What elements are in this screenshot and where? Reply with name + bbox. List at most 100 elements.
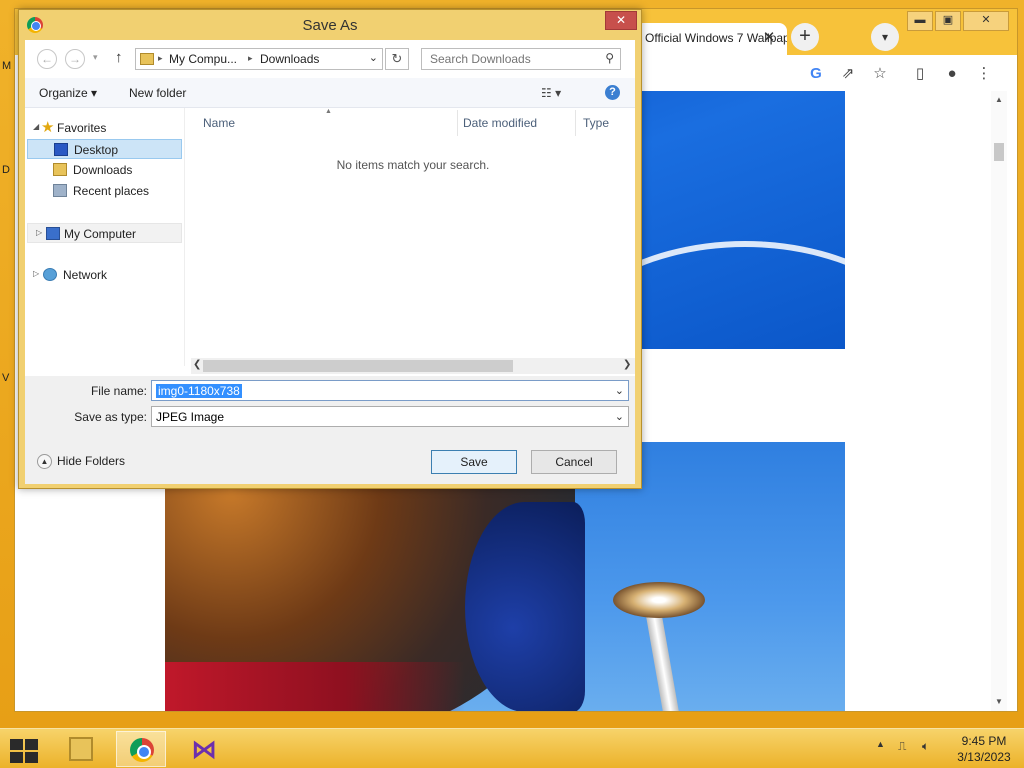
breadcrumb-chevron-icon[interactable]: ▸ [248,53,253,64]
clock-date: 3/13/2023 [957,750,1011,764]
back-icon[interactable]: ← [37,49,57,69]
hide-folders-button[interactable]: ▲ Hide Folders [37,454,125,470]
window-close-button[interactable]: ✕ [963,11,1009,31]
computer-icon [46,227,60,240]
taskbar: ⋈ ▲ ⎍ 🔈︎ 9:45 PM 3/13/2023 [0,728,1024,768]
desktop-icon-label[interactable]: V [2,372,9,384]
up-folder-icon[interactable]: ↑ [115,49,123,66]
collapse-icon[interactable]: ◢ [33,122,39,131]
tree-item-recent-places[interactable]: Recent places [25,181,181,201]
tree-label: My Computer [64,227,137,241]
scroll-right-icon[interactable]: ❯ [623,359,631,370]
command-bar: Organize ▾ New folder ☷ ▾ ? [25,78,635,108]
address-dropdown-icon[interactable]: ⌄ [369,51,378,64]
minimize-button[interactable]: ▬ [907,11,933,31]
navigation-bar: ← → ▾ ↑ ▸ My Compu... ▸ Downloads ⌄ ↻ ⚲ [25,40,635,78]
new-tab-button[interactable]: + [791,23,819,51]
column-date-modified[interactable]: Date modified [463,116,537,130]
scroll-left-icon[interactable]: ❮ [193,359,201,370]
scroll-thumb[interactable] [994,143,1004,161]
search-box[interactable]: ⚲ [421,48,621,70]
search-input[interactable] [422,49,598,69]
menu-icon[interactable]: ⋮ [973,63,995,85]
column-name[interactable]: Name [203,116,235,130]
tree-favorites[interactable]: ◢ ★ Favorites [25,118,181,138]
tab-search-button[interactable]: ▾ [871,23,899,51]
network-tray-icon[interactable]: ⎍ [898,739,906,754]
taskbar-visual-studio[interactable]: ⋈ [178,731,228,767]
file-name-dropdown-icon[interactable]: ⌄ [615,384,624,397]
star-icon: ★ [41,119,55,136]
save-type-dropdown-icon[interactable]: ⌄ [615,410,624,423]
bookmark-star-icon[interactable]: ☆ [869,63,891,85]
refresh-icon[interactable]: ↻ [385,48,409,70]
dialog-title: Save As [302,17,358,34]
empty-message: No items match your search. [336,158,490,172]
tree-label: Recent places [73,184,150,198]
scroll-up-icon[interactable]: ▲ [991,95,1007,104]
tree-my-computer[interactable]: ▷ My Computer [27,223,182,243]
address-bar[interactable]: ▸ My Compu... ▸ Downloads ⌄ [135,48,383,70]
show-hidden-icons-icon[interactable]: ▲ [876,739,885,749]
tree-label: Downloads [73,163,133,177]
file-name-input[interactable]: img0-1180x738 ⌄ [151,380,629,401]
windows-logo-icon [25,752,38,763]
breadcrumb-chevron-icon[interactable]: ▸ [158,53,163,64]
forward-icon[interactable]: → [65,49,85,69]
column-type[interactable]: Type [583,116,609,130]
view-options-icon[interactable]: ☷ ▾ [541,86,561,100]
folder-icon [140,53,154,65]
save-as-dialog: Save As ✕ ← → ▾ ↑ ▸ My Compu... ▸ Downlo… [18,9,642,489]
share-icon[interactable]: ⇗ [837,63,859,85]
windows-logo-icon [25,739,38,750]
page-scrollbar[interactable]: ▲ ▼ [991,91,1007,711]
google-icon[interactable]: G [805,63,827,85]
taskbar-file-explorer[interactable] [56,731,106,767]
file-explorer-icon [69,737,93,761]
expand-icon[interactable]: ▷ [36,228,42,237]
new-folder-button[interactable]: New folder [129,86,186,100]
tree-label: Desktop [74,143,119,157]
help-icon[interactable]: ? [605,85,620,100]
breadcrumb-my-computer[interactable]: My Compu... [169,52,237,66]
save-type-value: JPEG Image [156,410,225,424]
save-type-select[interactable]: JPEG Image ⌄ [151,406,629,427]
tree-item-desktop[interactable]: Desktop [27,139,182,159]
save-button[interactable]: Save [431,450,517,474]
column-divider[interactable] [575,110,576,136]
organize-button[interactable]: Organize ▾ [39,86,97,100]
maximize-button[interactable]: ▣ [935,11,961,31]
start-button[interactable] [8,737,38,763]
dialog-close-button[interactable]: ✕ [605,11,637,30]
scroll-down-icon[interactable]: ▼ [991,697,1007,706]
desktop-icon-label[interactable]: M [2,60,11,72]
chrome-icon [130,738,154,762]
tab-close-icon[interactable]: ✕ [759,28,779,48]
breadcrumb-downloads[interactable]: Downloads [260,52,319,66]
profile-icon[interactable]: ● [941,63,963,85]
expand-icon[interactable]: ▷ [33,269,39,278]
sidebar-icon[interactable]: ▯ [909,63,931,85]
desktop-icon-label[interactable]: D [2,164,10,176]
recent-locations-icon[interactable]: ▾ [93,52,98,63]
tree-label: Favorites [57,121,107,135]
horizontal-scrollbar[interactable]: ❮ ❯ [191,358,635,374]
navigation-pane: ◢ ★ Favorites Desktop Downloads Recent p… [25,108,185,366]
tree-item-downloads[interactable]: Downloads [25,160,181,180]
volume-icon[interactable]: 🔈︎ [922,739,929,754]
recent-places-icon [53,184,67,197]
file-list: ▲ Name Date modified Type No items match… [191,108,635,366]
scroll-thumb[interactable] [203,360,513,372]
system-clock[interactable]: 9:45 PM 3/13/2023 [952,733,1016,765]
tree-network[interactable]: ▷ Network [25,265,181,285]
taskbar-chrome[interactable] [116,731,166,767]
column-divider[interactable] [457,110,458,136]
dialog-titlebar[interactable]: Save As ✕ [19,10,641,40]
cancel-button[interactable]: Cancel [531,450,617,474]
search-icon[interactable]: ⚲ [605,51,614,65]
downloads-folder-icon [53,163,67,176]
network-icon [43,268,57,281]
tree-label: Network [63,268,108,282]
file-name-value[interactable]: img0-1180x738 [156,384,242,398]
windows-logo-icon [10,752,23,763]
